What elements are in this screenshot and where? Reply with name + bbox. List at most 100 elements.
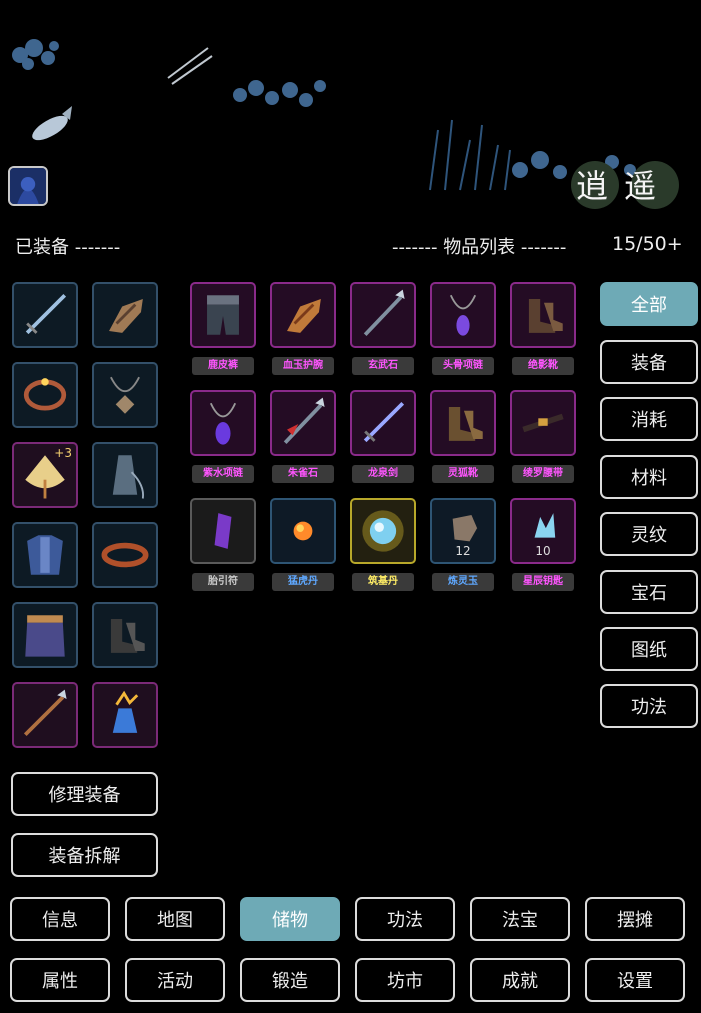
item-slot[interactable] (190, 282, 256, 348)
nav-market[interactable]: 坊市 (355, 958, 455, 1002)
armor-icon (27, 535, 63, 575)
category-technique[interactable]: 功法 (600, 684, 698, 728)
item-slot[interactable] (350, 282, 416, 348)
item-name: 玄武石 (352, 357, 414, 375)
boots-icon (110, 619, 145, 653)
gauntlet-icon (287, 299, 321, 333)
equip-slot-vial[interactable] (92, 682, 158, 748)
item-list-header: ------- 物品列表 ------- (392, 237, 567, 258)
vial-icon (112, 690, 139, 733)
category-material[interactable]: 材料 (600, 455, 698, 499)
nav-info[interactable]: 信息 (10, 897, 110, 941)
necklace-icon (449, 294, 477, 336)
item-slot[interactable] (510, 390, 576, 456)
nav-attributes[interactable]: 属性 (10, 958, 110, 1002)
spear-icon (283, 397, 325, 445)
capacity-counter: 15/50+ (612, 233, 683, 255)
item-slot[interactable]: 12 (430, 498, 496, 564)
item-name: 血玉护腕 (272, 357, 334, 375)
item-name: 鹿皮裤 (192, 357, 254, 375)
equip-slot-belt[interactable] (92, 522, 158, 588)
item-name: 绝影靴 (512, 357, 574, 375)
item-quantity: 10 (535, 544, 551, 558)
spear-icon (363, 289, 405, 337)
player-avatar[interactable] (8, 166, 48, 206)
nav-storage[interactable]: 储物 (240, 897, 340, 941)
item-name: 头骨项链 (432, 357, 494, 375)
scene-backdrop: 逍遥 (0, 0, 701, 215)
equip-slot-robe[interactable] (92, 442, 158, 508)
item-slot[interactable] (430, 390, 496, 456)
pill-icon (293, 521, 313, 541)
equip-slot-boots[interactable] (92, 602, 158, 668)
necklace-icon (209, 402, 237, 445)
item-name: 朱雀石 (272, 465, 334, 483)
gauntlet-icon (109, 299, 143, 333)
item-slot[interactable] (350, 390, 416, 456)
item-name: 绫罗腰带 (512, 465, 574, 483)
equip-slot-fan[interactable]: +3 (12, 442, 78, 508)
necklace-icon (110, 376, 140, 414)
item-name: 胎引符 (192, 573, 254, 591)
equip-slot-gauntlet[interactable] (92, 282, 158, 348)
item-name: 炼灵玉 (432, 573, 494, 591)
nav-forge[interactable]: 锻造 (240, 958, 340, 1002)
item-slot[interactable]: 10 (510, 498, 576, 564)
item-slot[interactable] (350, 498, 416, 564)
category-consumable[interactable]: 消耗 (600, 397, 698, 441)
boots-icon (528, 299, 563, 333)
logo-text: 逍遥 (576, 167, 672, 205)
dismantle-equipment-button[interactable]: 装备拆解 (11, 833, 158, 877)
belt-icon (101, 542, 149, 568)
nav-achievements[interactable]: 成就 (470, 958, 570, 1002)
category-all[interactable]: 全部 (600, 282, 698, 326)
item-slot[interactable] (510, 282, 576, 348)
item-slot[interactable] (430, 282, 496, 348)
pants-icon (207, 295, 239, 335)
bracelet-icon (23, 378, 67, 411)
nav-treasure[interactable]: 法宝 (470, 897, 570, 941)
item-slot[interactable] (190, 390, 256, 456)
nav-stall[interactable]: 摆摊 (585, 897, 685, 941)
category-spirit-pattern[interactable]: 灵纹 (600, 512, 698, 556)
category-equipment[interactable]: 装备 (600, 340, 698, 384)
orb-icon (362, 510, 404, 552)
equip-slot-leg-armor[interactable] (12, 602, 78, 668)
nav-events[interactable]: 活动 (125, 958, 225, 1002)
nav-settings[interactable]: 设置 (585, 958, 685, 1002)
nav-map[interactable]: 地图 (125, 897, 225, 941)
bush-cluster (12, 39, 636, 179)
sword-icon (25, 293, 67, 335)
item-name: 紫水项链 (192, 465, 254, 483)
repair-equipment-button[interactable]: 修理装备 (11, 772, 158, 816)
equip-slot-spear[interactable] (12, 682, 78, 748)
item-quantity: 12 (455, 544, 471, 558)
equip-slot-bracelet[interactable] (12, 362, 78, 428)
belt-icon (522, 413, 564, 433)
leg-armor-icon (25, 615, 65, 657)
enhance-bonus: +3 (54, 446, 72, 460)
item-name: 猛虎丹 (272, 573, 334, 591)
equip-slot-sword[interactable] (12, 282, 78, 348)
grass-tuft (429, 119, 511, 191)
sword-icon (363, 401, 405, 443)
category-blueprint[interactable]: 图纸 (600, 627, 698, 671)
equip-slot-necklace[interactable] (92, 362, 158, 428)
item-name: 星辰钥匙 (512, 573, 574, 591)
item-slot[interactable] (270, 282, 336, 348)
fish-sprite (32, 106, 72, 141)
item-slot[interactable] (270, 390, 336, 456)
arrow-sprites (167, 47, 213, 85)
equipped-header: 已装备 ------- (15, 237, 121, 258)
avatar-portrait-icon (10, 168, 46, 204)
item-name: 筑基丹 (352, 573, 414, 591)
boots-icon (448, 407, 483, 441)
equip-slot-armor[interactable] (12, 522, 78, 588)
talisman-icon (214, 513, 232, 549)
item-slot[interactable] (190, 498, 256, 564)
category-gem[interactable]: 宝石 (600, 570, 698, 614)
item-name: 灵狐靴 (432, 465, 494, 483)
nav-technique[interactable]: 功法 (355, 897, 455, 941)
item-name: 龙泉剑 (352, 465, 414, 483)
item-slot[interactable] (270, 498, 336, 564)
